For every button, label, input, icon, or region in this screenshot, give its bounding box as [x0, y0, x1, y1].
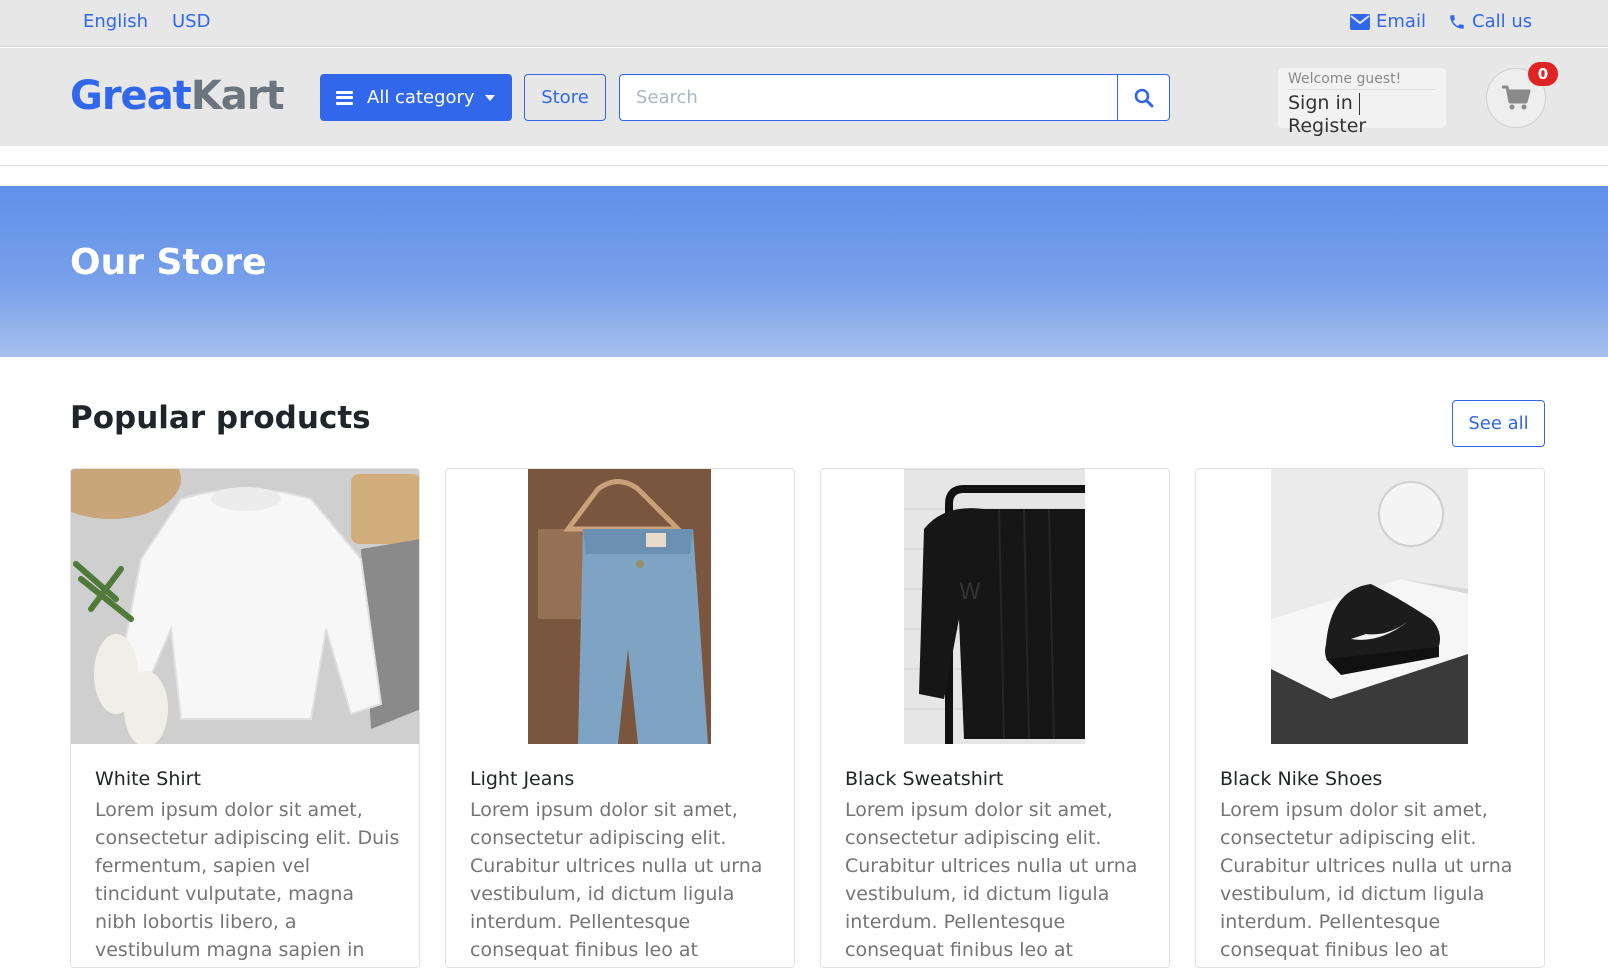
logo-text-kart: Kart — [190, 73, 285, 119]
page-banner: Our Store — [0, 186, 1608, 357]
product-card[interactable]: Black Nike Shoes Lorem ipsum dolor sit a… — [1195, 468, 1545, 968]
logo[interactable]: GreatKart — [70, 72, 285, 120]
sign-in-link[interactable]: Sign in — [1288, 92, 1353, 114]
user-welcome-box: Welcome guest! Sign inRegister — [1278, 68, 1446, 137]
envelope-icon — [1350, 13, 1370, 30]
language-selector[interactable]: English — [83, 11, 148, 32]
product-description: Lorem ipsum dolor sit amet, consectetur … — [845, 799, 1138, 961]
store-button[interactable]: Store — [524, 74, 606, 121]
product-description: Lorem ipsum dolor sit amet, consectetur … — [470, 799, 763, 961]
all-category-button[interactable]: All category — [320, 74, 512, 121]
product-name[interactable]: Light Jeans — [470, 768, 574, 790]
see-all-button[interactable]: See all — [1452, 400, 1545, 447]
email-label: Email — [1376, 11, 1426, 32]
search-bar — [619, 74, 1170, 121]
welcome-text: Welcome guest! — [1288, 71, 1436, 90]
currency-selector[interactable]: USD — [172, 11, 210, 32]
search-input[interactable] — [620, 75, 1117, 120]
caret-down-icon — [484, 94, 495, 101]
product-name[interactable]: Black Sweatshirt — [845, 768, 1003, 790]
all-category-label: All category — [367, 87, 475, 108]
phone-icon — [1450, 14, 1464, 29]
cart-count-badge: 0 — [1528, 62, 1558, 86]
call-label: Call us — [1472, 11, 1533, 32]
shopping-cart-icon — [1502, 85, 1531, 110]
page-title: Our Store — [70, 242, 267, 283]
product-name[interactable]: Black Nike Shoes — [1220, 768, 1382, 790]
product-card[interactable]: White Shirt Lorem ipsum dolor sit amet, … — [70, 468, 420, 968]
search-icon — [1134, 88, 1153, 107]
search-button[interactable] — [1117, 75, 1169, 120]
logo-text-great: Great — [70, 73, 192, 119]
product-card[interactable]: Light Jeans Lorem ipsum dolor sit amet, … — [445, 468, 795, 968]
product-description: Lorem ipsum dolor sit amet, consectetur … — [95, 799, 400, 961]
product-image-black-sweatshirt[interactable]: W — [904, 469, 1085, 744]
product-image-light-jeans[interactable] — [528, 469, 711, 744]
email-link[interactable]: Email — [1350, 11, 1426, 32]
product-image-white-shirt[interactable] — [71, 469, 419, 744]
product-description: Lorem ipsum dolor sit amet, consectetur … — [1220, 799, 1513, 961]
section-title: Popular products — [70, 400, 371, 436]
product-image-black-nike-shoes[interactable] — [1271, 469, 1468, 744]
main-header: GreatKart All category Store Welcome gue… — [0, 48, 1608, 146]
register-link[interactable]: Register — [1288, 115, 1366, 137]
top-bar: English USD Email Call us — [0, 0, 1608, 47]
menu-bars-icon — [336, 90, 353, 105]
link-separator — [1358, 92, 1360, 115]
svg-text:W: W — [959, 580, 981, 605]
header-divider — [0, 165, 1608, 166]
product-name[interactable]: White Shirt — [95, 768, 201, 790]
product-card[interactable]: W Black Sweatshirt Lorem ipsum dolor sit… — [820, 468, 1170, 968]
call-link[interactable]: Call us — [1448, 11, 1532, 32]
